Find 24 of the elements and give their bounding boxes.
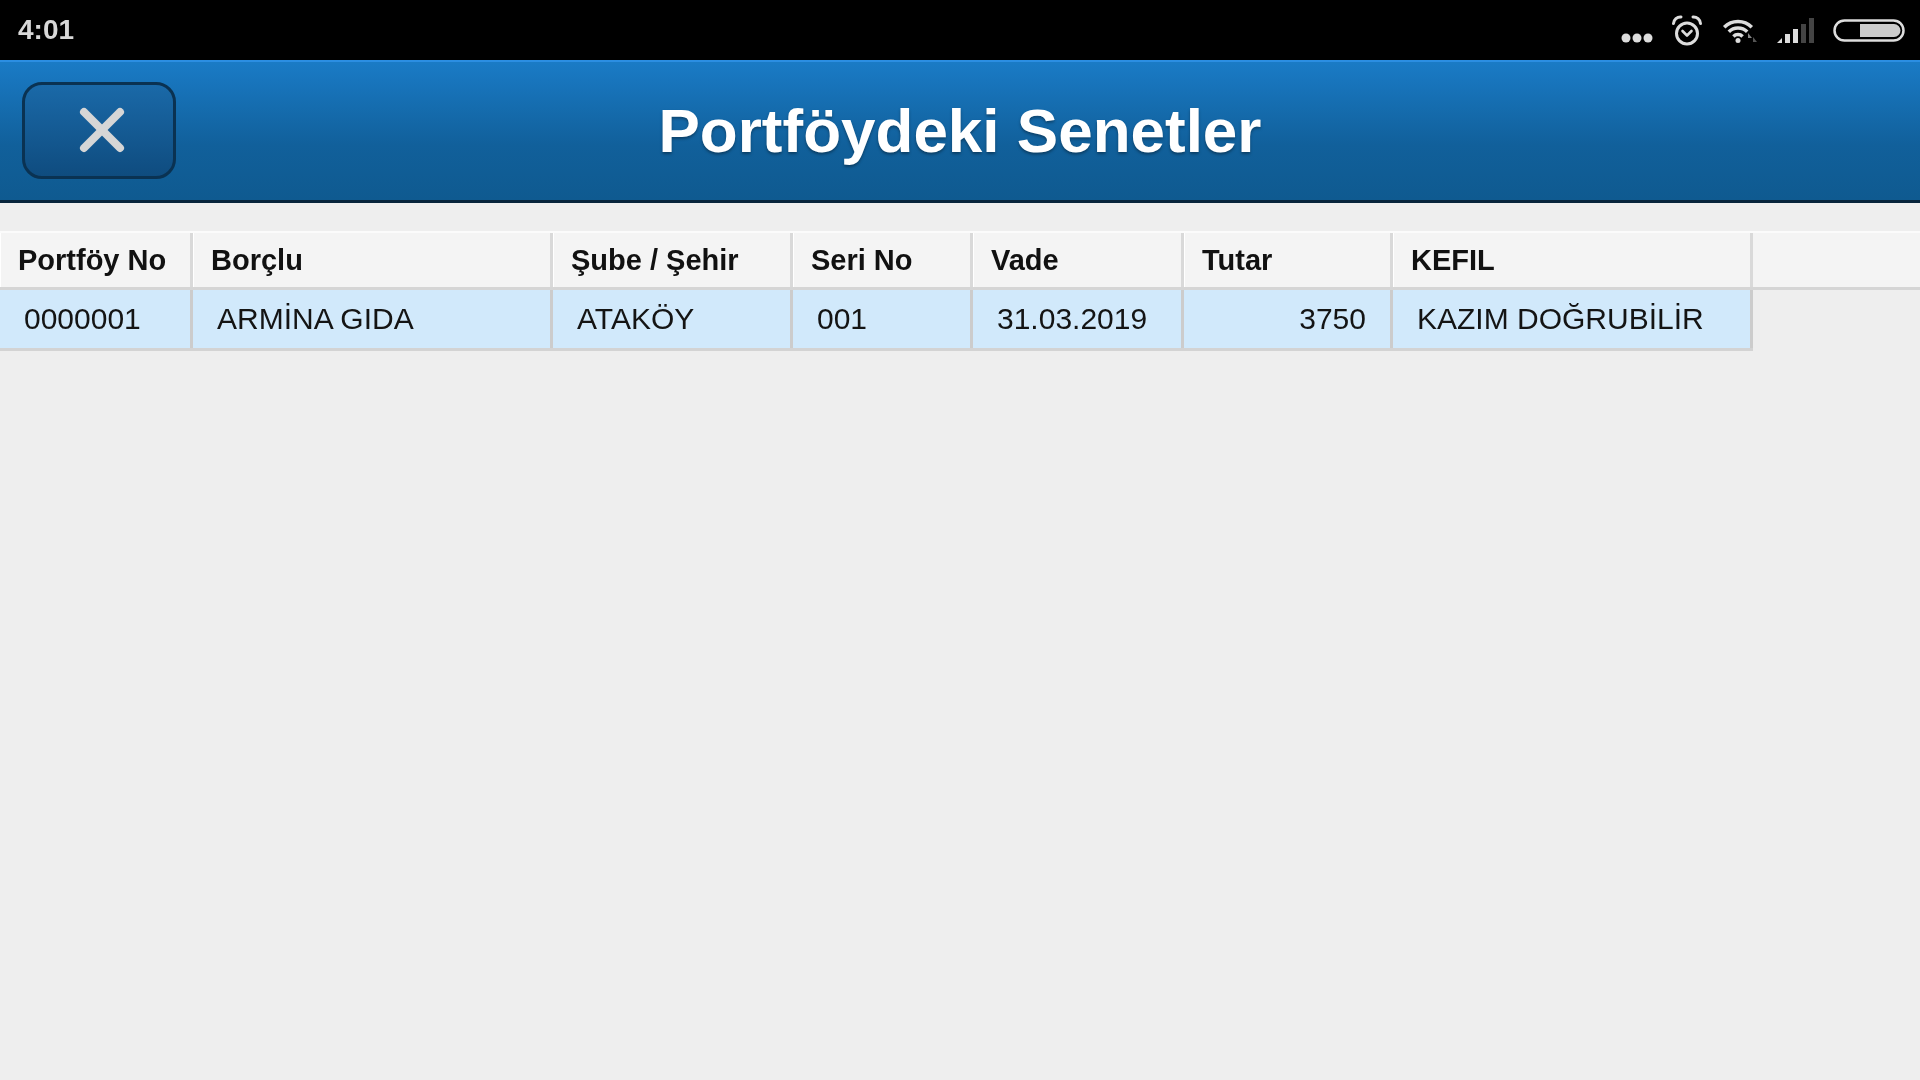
table-row[interactable]: 0000001 ARMİNA GIDA ATAKÖY 001 31.03.2019 3750 KAZIM DOĞRUBİLİR (0, 290, 1753, 351)
column-header: Tutar (1184, 233, 1393, 287)
table-cell: 0000001 (0, 290, 193, 348)
table-cell: ATAKÖY (553, 290, 793, 348)
close-icon (79, 107, 125, 153)
alarm-clock-icon (1671, 14, 1703, 46)
column-header: Vade (973, 233, 1184, 287)
more-dots-icon (1621, 33, 1653, 43)
table-cell: 3750 (1184, 290, 1393, 348)
battery-icon (1833, 18, 1905, 42)
signal-icon (1777, 17, 1815, 43)
wifi-icon (1721, 17, 1759, 43)
column-header: Portföy No (0, 233, 193, 287)
column-header: KEFIL (1393, 233, 1753, 287)
table-cell: 31.03.2019 (973, 290, 1184, 348)
table-cell: KAZIM DOĞRUBİLİR (1393, 290, 1753, 348)
status-time: 4:01 (18, 14, 75, 46)
table-cell: 001 (793, 290, 973, 348)
page-title: Portföydeki Senetler (658, 95, 1262, 167)
column-header: Borçlu (193, 233, 553, 287)
column-header: Seri No (793, 233, 973, 287)
close-button[interactable] (22, 81, 176, 179)
table-cell: ARMİNA GIDA (193, 290, 553, 348)
column-header: Şube / Şehir (553, 233, 793, 287)
